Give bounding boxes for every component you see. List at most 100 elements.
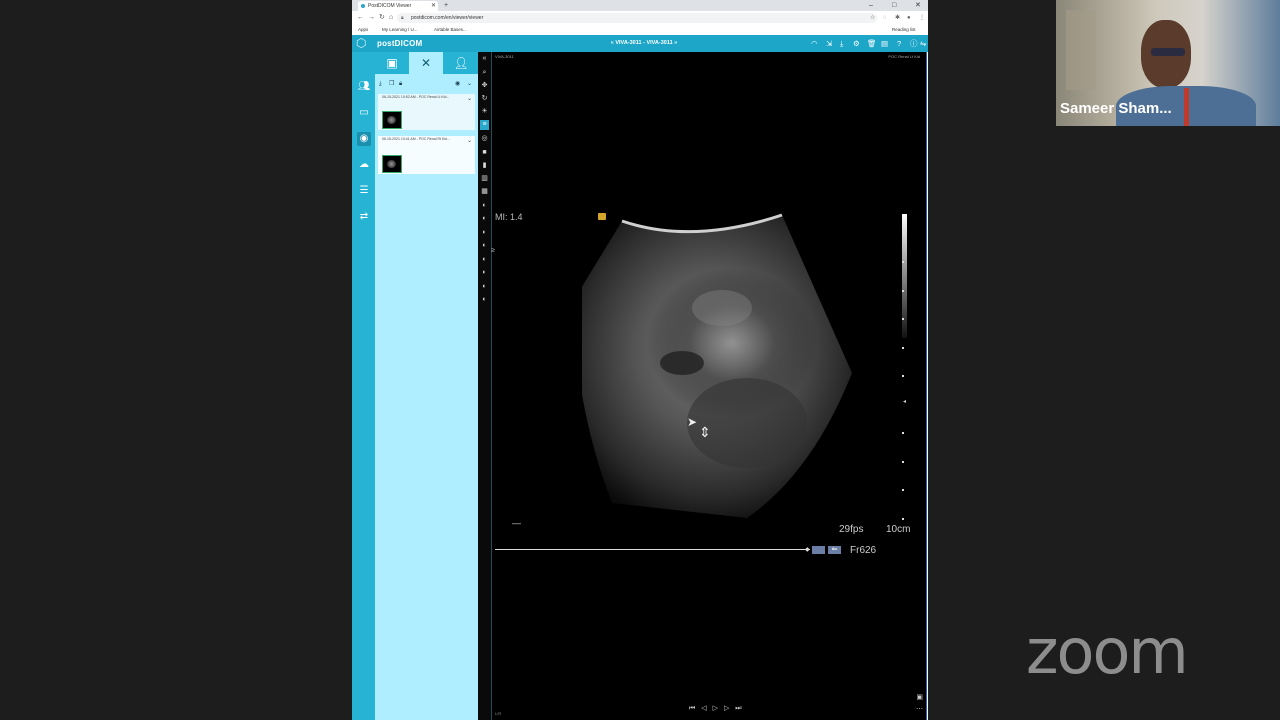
tab-tools[interactable]: ✕: [409, 52, 443, 74]
viewer-icon[interactable]: ◉: [357, 132, 371, 146]
zoom-icon[interactable]: ⌕: [480, 68, 489, 78]
layout-1x3-icon[interactable]: ▥: [480, 174, 489, 184]
window-close-icon[interactable]: ✕: [915, 0, 921, 11]
maximize-icon[interactable]: □: [892, 0, 896, 11]
back-icon[interactable]: ←: [357, 11, 364, 25]
tool-g-icon[interactable]: ◐: [480, 282, 489, 292]
copy-study-icon[interactable]: ❐: [389, 76, 394, 92]
lock-icon: 🔒︎: [401, 15, 404, 21]
reload-icon[interactable]: ↻: [379, 11, 385, 25]
cine-back-button[interactable]: ⇐: [828, 546, 841, 554]
upload-icon[interactable]: ☁: [357, 158, 371, 172]
chevron-down-icon[interactable]: ⌄: [467, 95, 472, 102]
cine-slider[interactable]: [495, 549, 810, 550]
depth-label: 10cm: [886, 524, 911, 535]
depth-tick: [902, 432, 904, 434]
tab-patient[interactable]: 👤︎: [444, 52, 478, 74]
reports-icon[interactable]: ☰: [357, 184, 371, 198]
last-frame-icon[interactable]: ⏭︎: [735, 705, 743, 712]
image-viewport[interactable]: VIVA-3011 POC Renal Lt Kid MI: 1.4 ≥ ◂ —…: [491, 52, 927, 720]
patients-icon[interactable]: 👥︎: [357, 80, 371, 94]
download-study-icon[interactable]: ⤓: [379, 76, 382, 92]
rotate-icon[interactable]: ↻: [480, 94, 489, 104]
browser-tab-bar: PostDICOM Viewer ✕ + – □ ✕: [352, 0, 928, 11]
cine-icon[interactable]: ◎: [480, 134, 489, 144]
settings-icon[interactable]: ⚙: [853, 35, 860, 52]
share-icon[interactable]: ⇄: [357, 210, 371, 224]
frame-label: Fr626: [850, 545, 877, 556]
info-icon[interactable]: ⓘ: [910, 35, 918, 52]
depth-tick: [902, 489, 904, 491]
tab-close-icon[interactable]: ✕: [431, 1, 436, 11]
series-thumbnail[interactable]: [382, 111, 402, 129]
prev-patient-icon[interactable]: «: [611, 40, 614, 46]
profile-icon[interactable]: ●: [907, 11, 911, 25]
series-thumbnail[interactable]: [382, 155, 402, 173]
next-frame-icon[interactable]: ▷: [724, 705, 731, 712]
participant-video[interactable]: Sameer Sham...: [1056, 0, 1280, 126]
cast-icon[interactable]: ◌: [883, 11, 887, 25]
new-tab-icon[interactable]: +: [444, 0, 448, 11]
layout-2x2-icon[interactable]: ▦: [480, 187, 489, 197]
tool-f-icon[interactable]: ◐: [480, 268, 489, 278]
export-icon[interactable]: ⇲: [826, 35, 832, 52]
lock-study-icon[interactable]: 🔒︎: [399, 76, 402, 92]
postdicom-header: ⬡ postDICOM « VIVA-3011 - VIVA-3011 » ◠ …: [352, 35, 928, 52]
prev-frame-icon[interactable]: ◁: [701, 705, 708, 712]
brightness-icon[interactable]: ☀: [480, 107, 489, 117]
cine-marker-icon[interactable]: ◆: [805, 546, 810, 553]
tool-h-icon[interactable]: ◐: [480, 295, 489, 305]
background-shelf: [1066, 10, 1096, 90]
tool-e-icon[interactable]: ◐: [480, 255, 489, 265]
layout-1x2-icon[interactable]: ▮: [480, 161, 489, 171]
tab-title: PostDICOM Viewer: [368, 3, 412, 9]
help-icon[interactable]: ?: [897, 35, 901, 52]
tool-a-icon[interactable]: ◐: [480, 201, 489, 211]
more-options-icon[interactable]: ⋯: [916, 705, 923, 713]
more-icon[interactable]: ⋮: [919, 11, 925, 25]
first-frame-icon[interactable]: ⏮︎: [689, 705, 697, 712]
folder-icon[interactable]: ▭: [357, 106, 371, 120]
bookmark-airtable[interactable]: Airtable Bases...: [434, 25, 467, 35]
extensions-icon[interactable]: ✱: [895, 11, 900, 25]
tool-c-icon[interactable]: ◐: [480, 228, 489, 238]
url-input[interactable]: 🔒︎ postdicom.com/en/viewer/viewer: [397, 13, 877, 23]
lanyard: [1184, 88, 1189, 126]
tool-d-icon[interactable]: ◐: [480, 241, 489, 251]
play-icon[interactable]: ▷: [713, 705, 720, 712]
view-mode-icon[interactable]: ◉: [455, 76, 460, 92]
study-item[interactable]: 06-15-2021 10:41 AM - POC Renal Rt Kid..…: [378, 136, 475, 174]
cine-loop-button[interactable]: [812, 546, 825, 554]
bookmark-apps[interactable]: Apps: [358, 25, 368, 35]
orientation-label: L/R: [495, 711, 502, 716]
minimize-icon[interactable]: –: [869, 0, 873, 11]
wifi-icon[interactable]: ◠: [811, 35, 818, 52]
tab-series[interactable]: ▣: [375, 52, 409, 74]
chevron-down-icon[interactable]: ⌄: [467, 76, 472, 92]
download-icon[interactable]: ⤓: [840, 35, 843, 52]
save-icon[interactable]: ▣: [916, 693, 923, 701]
collapse-icon[interactable]: «: [480, 54, 489, 64]
viewport-patient-label: VIVA-3011: [495, 54, 514, 59]
study-item[interactable]: 06-15-2021 10:52 AM - POC Renal Lt Kid..…: [378, 94, 475, 130]
stats-icon[interactable]: ▤: [881, 35, 888, 52]
layout-1x1-icon[interactable]: ■: [480, 148, 489, 158]
bookmarks-bar: Apps My Learning / U... Airtable Bases..…: [352, 25, 928, 35]
reading-list[interactable]: Reading list: [892, 25, 916, 35]
pan-icon[interactable]: ✥: [480, 81, 489, 91]
home-icon[interactable]: ⌂: [389, 11, 393, 25]
chevron-down-icon[interactable]: ⌄: [467, 137, 472, 144]
browser-tab[interactable]: PostDICOM Viewer ✕: [358, 1, 438, 11]
layout-icon[interactable]: ⇋: [920, 35, 926, 52]
forward-icon[interactable]: →: [368, 11, 375, 25]
depth-tick: [902, 233, 904, 235]
next-patient-icon[interactable]: »: [674, 40, 677, 46]
edge-handle-icon[interactable]: ≥: [491, 247, 495, 254]
study-toolbar: ⤓ ❐ 🔒︎ ◉ ⌄: [375, 76, 478, 92]
tool-b-icon[interactable]: ◐: [480, 214, 489, 224]
star-icon[interactable]: ☆: [870, 11, 875, 25]
bookmark-learning[interactable]: My Learning / U...: [382, 25, 418, 35]
stack-icon[interactable]: ≡: [480, 120, 489, 130]
delete-icon[interactable]: 🗑︎: [867, 35, 877, 52]
playback-controls: ⏮︎ ◁ ▷ ▷ ⏭︎: [689, 704, 744, 713]
